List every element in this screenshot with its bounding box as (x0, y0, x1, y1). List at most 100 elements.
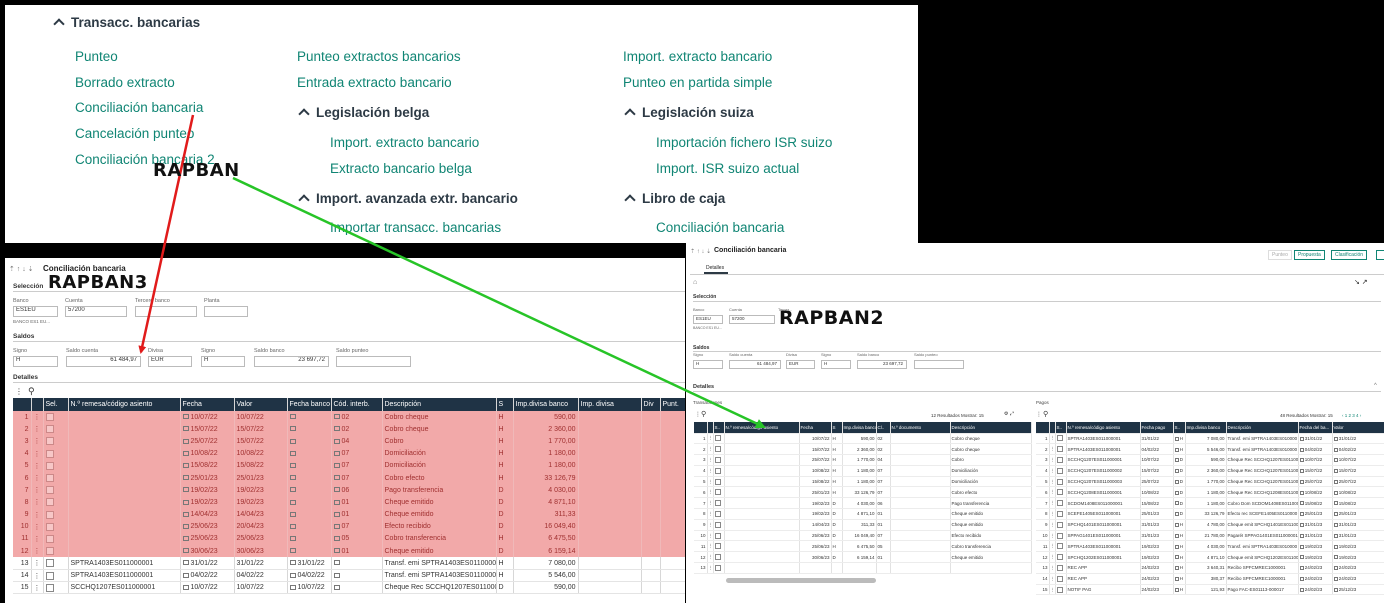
calendar-icon[interactable] (1333, 447, 1338, 452)
calendar-icon[interactable] (1299, 490, 1304, 495)
calendar-icon[interactable] (1174, 436, 1179, 441)
select-cell[interactable] (43, 411, 69, 424)
calendar-icon[interactable] (1299, 458, 1304, 463)
row-menu-icon[interactable]: ⋮ (31, 435, 44, 448)
select-cell[interactable] (713, 519, 725, 531)
calendar-icon[interactable] (182, 426, 189, 432)
column-header[interactable]: N.º remesa/código asiento (724, 422, 800, 434)
column-header[interactable]: Imp.divisa banco (1185, 422, 1227, 434)
calendar-icon[interactable] (1333, 458, 1338, 463)
column-header[interactable]: S (496, 398, 514, 411)
row-menu-icon[interactable]: ⋮ (31, 508, 44, 521)
calendar-icon[interactable] (289, 572, 296, 578)
select-cell[interactable] (43, 496, 69, 509)
table-row[interactable]: 13 ⋮ SPTRA1403ES011000001 31/01/22 31/01/22… (13, 557, 685, 570)
calendar-icon[interactable] (1174, 469, 1179, 474)
row-menu-icon[interactable]: ⋮ (31, 423, 44, 436)
column-header[interactable]: Cód. interb. (331, 398, 383, 411)
row-checkbox[interactable] (1056, 554, 1063, 561)
table-row[interactable]: 9 ⋮ SPCHQ1401ES011000001 31/01/23 H4 780,00… (1036, 519, 1384, 531)
select-cell[interactable] (1055, 562, 1067, 574)
table-row[interactable]: 1 ⋮ SPTRA1403ES011000001 31/01/22 H7 080,00… (1036, 433, 1384, 445)
row-checkbox[interactable] (1056, 564, 1063, 571)
row-checkbox[interactable] (45, 547, 54, 556)
row-checkbox[interactable] (45, 413, 54, 422)
calendar-icon[interactable] (1299, 555, 1304, 560)
calendar-icon[interactable] (333, 511, 340, 517)
table-row[interactable]: 10 ⋮ SPPAG1401ES011000001 31/01/23 H 21 780,… (1036, 530, 1384, 542)
navigation-arrows-icon[interactable]: ⇡ ↑ ↓ ⇣ (690, 248, 711, 255)
row-checkbox[interactable] (714, 435, 721, 442)
row-checkbox[interactable] (45, 510, 54, 519)
column-header[interactable]: Fecha del ba... (1298, 422, 1333, 434)
row-checkbox[interactable] (714, 521, 721, 528)
calendar-icon[interactable] (182, 463, 189, 468)
table-row[interactable]: 11 ⋮ 25/06/23 25/06/23 05 Cobro transferenc… (13, 532, 685, 546)
row-menu-icon[interactable]: ⋮ (31, 447, 44, 460)
column-header[interactable]: S.. (1173, 422, 1186, 434)
saldo-cuenta-field[interactable]: 61 484,97 (66, 356, 141, 367)
calendar-icon[interactable] (289, 463, 296, 468)
table-row[interactable]: 11 ⋮ 25/06/23 H 6 475,50 05 Cobro transferenci… (694, 540, 1032, 553)
select-cell[interactable] (43, 557, 69, 570)
calendar-icon[interactable] (289, 536, 296, 542)
table-row[interactable]: 15 ⋮ NOTIF PAG 24/02/23 H 121,93 Pago FAC-ES0… (1036, 584, 1384, 596)
menu-item-libro-caja-conciliacion[interactable]: Conciliación bancaria (656, 220, 784, 235)
calendar-icon[interactable] (333, 487, 340, 493)
menu-item-import-isr-actual[interactable]: Import. ISR suizo actual (656, 161, 799, 176)
table-row[interactable]: 4 ⋮ 10/08/22 10/08/22 07 Domiciliación H 1 18… (13, 447, 685, 460)
table-row[interactable]: 5 ⋮ SCCHQ1207ES011000003 25/07/22 D1 770,00… (1036, 476, 1384, 488)
column-header[interactable]: Fecha (799, 422, 832, 434)
calendar-icon[interactable] (1333, 501, 1338, 506)
column-header[interactable]: Cl.. (876, 422, 891, 434)
table-row[interactable]: 14 ⋮ SPTRA1403ES011000001 04/02/22 04/02/22… (13, 569, 685, 583)
menu-item-borrado-extracto[interactable]: Borrado extracto (75, 75, 175, 90)
saldo-punteo-field[interactable] (914, 360, 964, 369)
cuenta-field[interactable]: 57200 (65, 306, 127, 317)
row-menu-icon[interactable]: ⋮ (31, 581, 44, 595)
calendar-icon[interactable] (289, 560, 296, 566)
table-row[interactable]: 7 ⋮ 19/02/23 D 4 030,00 06 Pago transferencia (694, 497, 1032, 510)
column-header[interactable]: S.. (713, 422, 725, 434)
calendar-icon[interactable] (289, 450, 296, 456)
row-menu-icon[interactable]: ⋮ (31, 471, 44, 485)
settings-icon[interactable]: ⚙ ⤢ (1004, 411, 1014, 417)
row-menu-icon[interactable]: ⋮ (31, 496, 44, 509)
calendar-icon[interactable] (289, 584, 296, 590)
row-checkbox[interactable] (714, 554, 721, 561)
calendar-icon[interactable] (1299, 501, 1304, 506)
table-row[interactable]: 2 ⋮ SPTRA1403ES011000001 04/02/22 H5 546,00… (1036, 443, 1384, 456)
calendar-icon[interactable] (182, 511, 189, 517)
select-cell[interactable] (713, 530, 725, 542)
divisa-field[interactable]: EUR (786, 360, 815, 369)
column-header[interactable]: Descripción (1226, 422, 1299, 434)
table-row[interactable]: 8 ⋮ 19/02/23 19/02/23 01 Cheque emitido D 4 8… (13, 496, 685, 509)
row-menu-icon[interactable]: ⋮ (31, 484, 44, 497)
calendar-icon[interactable] (1174, 479, 1179, 484)
table-row[interactable]: 4 ⋮ SCCHQ1207ES011000002 15/07/22 D2 360,00… (1036, 465, 1384, 477)
column-header[interactable]: Imp. divisa (578, 398, 642, 411)
saldo-punteo-field[interactable] (336, 356, 411, 367)
select-cell[interactable] (43, 435, 69, 448)
banco-field[interactable]: ES1EU (693, 315, 723, 324)
row-checkbox[interactable] (1056, 575, 1063, 582)
select-cell[interactable] (1055, 433, 1067, 445)
row-checkbox[interactable] (714, 510, 721, 517)
row-checkbox[interactable] (714, 456, 721, 463)
calendar-icon[interactable] (1174, 544, 1179, 549)
table-row[interactable]: 6 ⋮ 25/01/23 25/01/23 07 Cobro efecto H 33 12… (13, 471, 685, 485)
signo-field[interactable]: H (693, 360, 723, 369)
table-row[interactable]: 9 ⋮ 14/04/23 D 311,33 01 Cheque emitido (694, 519, 1032, 531)
row-menu-icon[interactable]: ⋮ (31, 557, 44, 570)
select-cell[interactable] (43, 532, 69, 546)
calendar-icon[interactable] (333, 523, 340, 529)
row-checkbox[interactable] (714, 467, 721, 474)
more-button[interactable] (1376, 250, 1384, 260)
calendar-icon[interactable] (1333, 523, 1338, 528)
select-cell[interactable] (1055, 508, 1067, 520)
column-header[interactable]: Punt. (660, 398, 685, 411)
table-row[interactable]: 9 ⋮ 14/04/23 14/04/23 01 Cheque emitido D 311… (13, 508, 685, 521)
calendar-icon[interactable] (182, 536, 189, 542)
table-row[interactable]: 5 ⋮ 15/08/22 15/08/22 07 Domiciliación H 1 18… (13, 459, 685, 472)
table-row[interactable]: 7 ⋮ SCDOM1408ES011000001 15/08/22 D1 180,00… (1036, 497, 1384, 510)
